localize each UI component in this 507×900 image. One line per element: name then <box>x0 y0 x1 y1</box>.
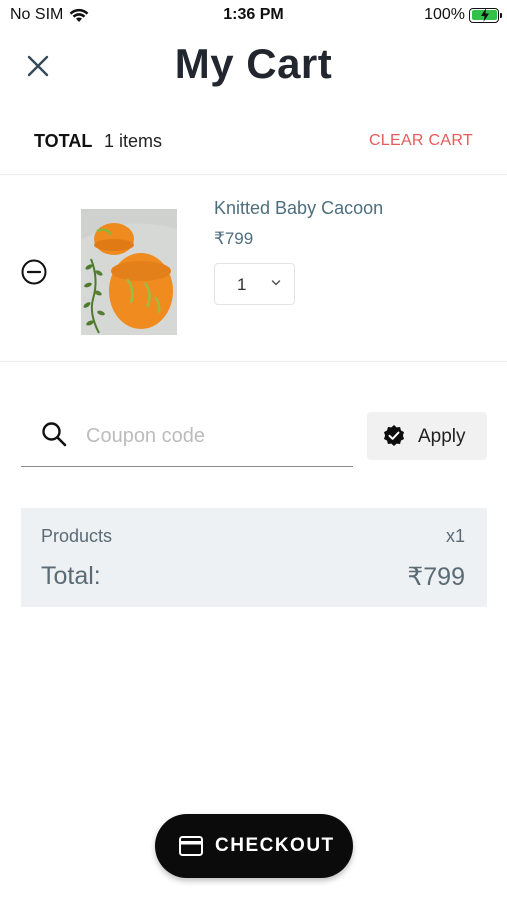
product-price: ₹799 <box>214 229 254 248</box>
order-totals-panel: Products x1 Total: ₹799 <box>21 508 487 607</box>
coupon-code-input[interactable] <box>80 418 350 454</box>
credit-card-icon <box>179 836 203 856</box>
charging-bolt-icon <box>480 8 489 22</box>
battery-icon <box>469 7 502 23</box>
search-icon <box>42 422 67 447</box>
product-image[interactable] <box>81 209 177 335</box>
apply-label: Apply <box>418 426 466 447</box>
remove-circle-icon <box>21 259 47 285</box>
checkout-button[interactable]: CHECKOUT <box>155 814 353 878</box>
products-label: Products <box>41 526 113 546</box>
grand-total-label: Total: <box>41 562 101 590</box>
divider <box>0 174 507 175</box>
battery-level-fill <box>471 8 497 22</box>
battery-tip <box>500 12 502 18</box>
chevron-down-icon <box>271 280 281 286</box>
quantity-value: 1 <box>237 275 247 294</box>
quantity-select[interactable]: 1 <box>214 263 295 305</box>
cart-summary-row: TOTAL 1 items CLEAR CART <box>0 128 507 154</box>
coupon-input-underline <box>21 466 353 467</box>
status-right: 100% <box>424 6 502 24</box>
products-quantity: x1 <box>445 526 465 546</box>
page-title: My Cart <box>174 40 333 87</box>
items-count: 1 items <box>104 131 163 151</box>
checkout-label: CHECKOUT <box>215 835 335 856</box>
status-bar: No SIM 1:36 PM 100% <box>0 0 507 30</box>
total-label: TOTAL <box>34 131 93 151</box>
remove-item-button[interactable] <box>20 258 48 286</box>
clear-cart-button[interactable]: CLEAR CART <box>369 132 473 150</box>
product-name[interactable]: Knitted Baby Cacoon <box>214 198 383 219</box>
apply-coupon-button[interactable]: Apply <box>367 412 487 460</box>
grand-total-amount: ₹799 <box>407 563 465 591</box>
knitted-cocoon-image <box>81 209 177 335</box>
battery-percent: 100% <box>424 6 465 23</box>
divider <box>0 361 507 362</box>
verified-badge-icon <box>384 425 404 446</box>
